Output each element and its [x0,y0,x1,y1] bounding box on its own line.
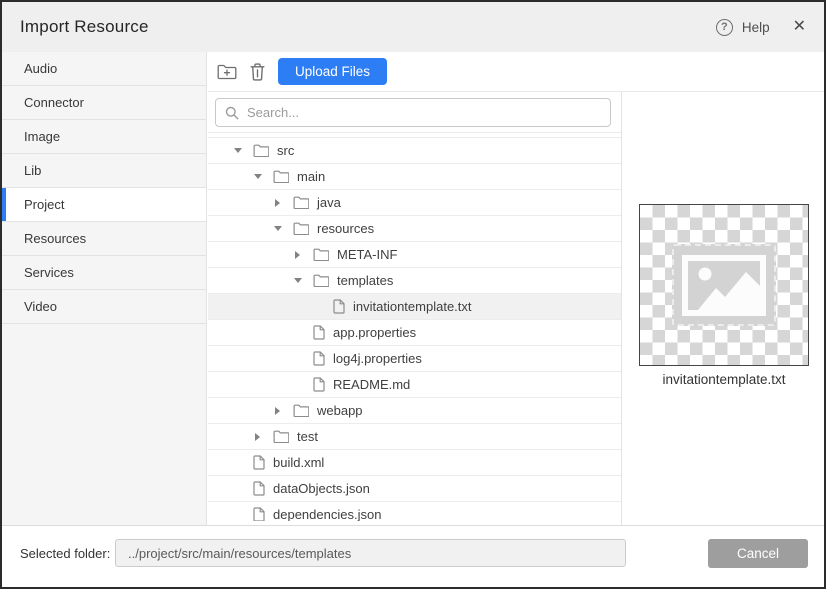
tree-row[interactable]: main [208,164,621,190]
search-icon [225,106,239,120]
folder-icon [313,248,329,261]
tree-row[interactable]: invitationtemplate.txt [208,294,621,320]
sidebar-item-video[interactable]: Video [2,290,206,324]
tree-row[interactable]: java [208,190,621,216]
preview-thumbnail [639,204,809,366]
caret-down-icon[interactable] [272,226,283,231]
selected-folder-label: Selected folder: [20,546,110,561]
tree-row[interactable]: log4j.properties [208,346,621,372]
sidebar-item-label: Connector [24,95,84,110]
caret-right-icon[interactable] [272,199,283,207]
sidebar-item-label: Video [24,299,57,314]
caret-down-icon[interactable] [292,278,303,283]
folder-icon [273,170,289,183]
preview-filename: invitationtemplate.txt [622,372,826,387]
tree-item-label: main [297,164,325,189]
sidebar-item-label: Project [24,197,64,212]
file-icon [313,325,325,340]
file-icon [253,481,265,496]
file-icon [313,351,325,366]
tree-item-label: java [317,190,341,215]
tree-item-label: log4j.properties [333,346,422,371]
folder-icon [293,222,309,235]
file-icon [253,455,265,470]
new-folder-icon[interactable] [217,63,237,80]
category-sidebar: Audio Connector Image Lib Project Resour… [2,52,207,525]
sidebar-item-label: Audio [24,61,57,76]
folder-icon [313,274,329,287]
dialog-header: Import Resource ? Help ✕ [2,2,824,52]
sidebar-item-label: Image [24,129,60,144]
caret-down-icon[interactable] [252,174,263,179]
tree-item-label: META-INF [337,242,397,267]
folder-icon [293,196,309,209]
sidebar-item-lib[interactable]: Lib [2,154,206,188]
tree-row[interactable]: META-INF [208,242,621,268]
tree-item-label: invitationtemplate.txt [353,294,472,319]
tree-row[interactable]: app.properties [208,320,621,346]
tree-row[interactable]: webapp [208,398,621,424]
sidebar-item-connector[interactable]: Connector [2,86,206,120]
caret-right-icon[interactable] [252,433,263,441]
file-toolbar: Upload Files [208,52,824,91]
search-input[interactable] [247,105,610,120]
tree-item-label: build.xml [273,450,324,475]
sidebar-item-resources[interactable]: Resources [2,222,206,256]
sidebar-item-label: Resources [24,231,86,246]
tree-row[interactable]: templates [208,268,621,294]
toolbar-divider [208,91,824,92]
tree-item-label: dataObjects.json [273,476,370,501]
sidebar-item-audio[interactable]: Audio [2,52,206,86]
cancel-button[interactable]: Cancel [708,539,808,568]
sidebar-item-services[interactable]: Services [2,256,206,290]
import-resource-dialog: Import Resource ? Help ✕ Audio Connector… [0,0,826,589]
tree-item-label: README.md [333,372,410,397]
tree-row[interactable]: test [208,424,621,450]
panel-divider [621,92,622,525]
sidebar-item-label: Lib [24,163,41,178]
folder-icon [273,430,289,443]
sidebar-item-project[interactable]: Project [2,188,206,222]
tree-row[interactable]: resources [208,216,621,242]
tree-row[interactable]: README.md [208,372,621,398]
sidebar-item-image[interactable]: Image [2,120,206,154]
delete-icon[interactable] [250,63,265,81]
tree-row[interactable]: dependencies.json [208,502,621,521]
caret-right-icon[interactable] [272,407,283,415]
tree-item-label: dependencies.json [273,502,381,521]
help-link[interactable]: Help [742,20,770,35]
tree-row[interactable]: src [208,138,621,164]
image-placeholder-icon [672,244,776,326]
file-icon [313,377,325,392]
upload-files-button[interactable]: Upload Files [278,58,387,85]
tree-item-label: test [297,424,318,449]
page-title: Import Resource [20,17,149,37]
dialog-footer: Selected folder: Cancel [2,525,824,587]
close-icon[interactable]: ✕ [793,19,806,35]
selected-folder-input[interactable] [115,539,626,567]
caret-right-icon[interactable] [292,251,303,259]
search-box [215,98,611,127]
file-tree: src main [208,132,621,521]
file-icon [253,507,265,521]
folder-icon [253,144,269,157]
tree-row[interactable]: dataObjects.json [208,476,621,502]
tree-item-label: resources [317,216,374,241]
tree-item-label: templates [337,268,393,293]
sidebar-item-label: Services [24,265,74,280]
file-icon [333,299,345,314]
tree-item-label: app.properties [333,320,416,345]
help-icon[interactable]: ? [716,19,733,36]
header-actions: ? Help ✕ [716,2,806,52]
folder-icon [293,404,309,417]
tree-row[interactable]: build.xml [208,450,621,476]
tree-item-label: webapp [317,398,363,423]
tree-item-label: src [277,138,294,163]
caret-down-icon[interactable] [232,148,243,153]
